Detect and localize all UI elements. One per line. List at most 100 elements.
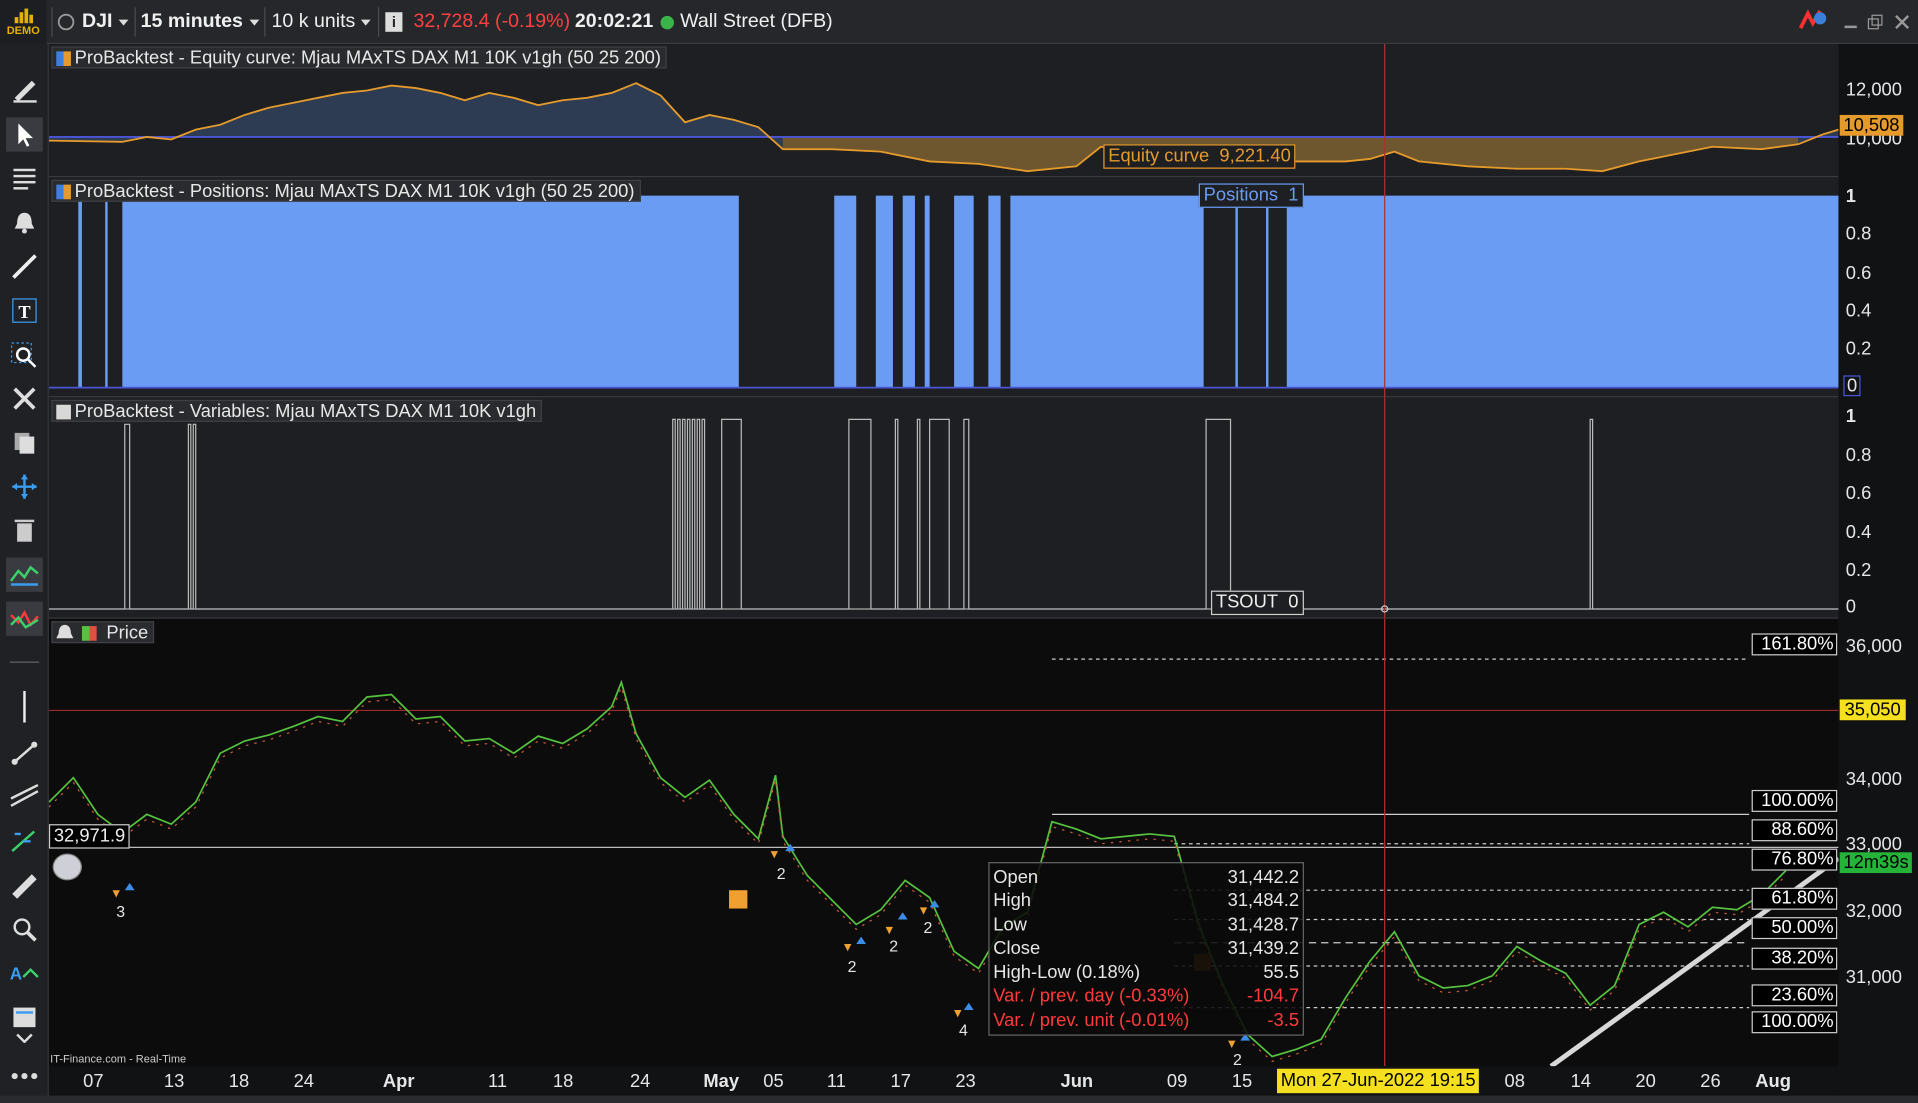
trade-count: 2 (889, 936, 899, 956)
svg-text:T: T (18, 302, 30, 322)
positions-panel[interactable]: ProBacktest - Positions: Mjau MAxTS DAX … (48, 177, 1839, 398)
variables-tooltip: TSOUT 0 (1210, 590, 1304, 616)
date-tick: May (703, 1071, 740, 1092)
trade-count: 2 (923, 918, 933, 937)
data-source: IT-Finance.com - Real-Time (50, 1052, 187, 1066)
svg-text:A: A (10, 964, 22, 983)
positions-label-text: ProBacktest - Positions: Mjau MAxTS DAX … (74, 180, 635, 202)
date-tick: 18 (228, 1071, 250, 1092)
axis-tick: 0.4 (1845, 522, 1872, 543)
text-tool-icon[interactable]: T (6, 293, 43, 327)
minimize-icon[interactable] (1842, 9, 1859, 36)
zoom-box-icon[interactable] (6, 337, 43, 371)
trash-icon[interactable] (6, 514, 43, 548)
date-tick: 11 (826, 1071, 846, 1092)
variables-tooltip-value: 0 (1288, 591, 1299, 613)
fib-level: 88.60% (1751, 819, 1838, 842)
axis-tick: 0 (1843, 375, 1861, 397)
units-selector[interactable]: 10 k units (272, 9, 372, 36)
indicator-icon[interactable] (6, 557, 43, 592)
date-tick: 20 (1635, 1071, 1656, 1092)
equity-tooltip-name: Equity curve (1108, 145, 1210, 167)
more-icon[interactable] (6, 1059, 43, 1093)
bell-icon[interactable] (55, 624, 75, 642)
collapse-icon[interactable] (6, 1030, 43, 1047)
equity-label-text: ProBacktest - Equity curve: Mjau MAxTS D… (74, 47, 661, 69)
tools-icon[interactable] (6, 382, 43, 416)
crosshair-date: Mon 27-Jun-2022 19:15 (1277, 1068, 1480, 1094)
back-icon[interactable] (56, 9, 76, 36)
date-tick: 05 (763, 1071, 784, 1092)
ohlc-tooltip: Open 31,442.2 High 31,484.2 Low 31,428.7 Cl… (988, 862, 1304, 1036)
axis-tick: 0.2 (1845, 338, 1872, 360)
color-swatch-icon (56, 404, 71, 420)
fib-level: 23.60% (1751, 984, 1838, 1007)
date-tick: 09 (1166, 1071, 1188, 1092)
demo-label: DEMO (6, 23, 40, 37)
axis-tick: 0.8 (1845, 445, 1872, 466)
color-swatch-icon (81, 626, 97, 641)
alert-refresh-icon[interactable] (1796, 9, 1828, 36)
price-panel-label[interactable]: Price (51, 621, 155, 644)
units-label: 10 k units (271, 11, 356, 32)
segment-icon[interactable] (6, 736, 43, 770)
crosshair-price: 32,971.9 (48, 824, 131, 849)
pencil-icon[interactable] (6, 71, 43, 105)
symbol-selector[interactable]: DJI (82, 9, 129, 36)
top-toolbar: DEMO DJI 15 minutes 10 k units i 32,728.… (0, 0, 1918, 45)
variables-plot (48, 397, 1839, 619)
bell-icon[interactable] (6, 205, 43, 239)
ohlc-row: Var. / prev. day (-0.33%) -104.7 (993, 985, 1300, 1007)
axis-tick: 1 (1845, 185, 1857, 207)
price-panel[interactable]: Price 32,971.9 IT-Finance.com - Real-Tim… (48, 618, 1839, 1069)
candle-timer: 12m39s (1839, 852, 1913, 874)
axis-tick: 12,000 (1845, 79, 1902, 101)
variables-panel-label[interactable]: ProBacktest - Variables: Mjau MAxTS DAX … (51, 399, 543, 422)
date-tick: 23 (955, 1071, 976, 1092)
line-tool-icon[interactable] (6, 249, 43, 283)
scrollbar[interactable] (0, 1095, 1918, 1103)
axis-tick: 0.2 (1845, 560, 1872, 581)
user-avatar-icon[interactable] (52, 853, 82, 881)
fib-level: 161.80% (1751, 633, 1838, 656)
ohlc-row: Var. / prev. unit (-0.01%) -3.5 (993, 1010, 1300, 1031)
date-axis: 07 13 18 24 Apr 11 18 24 May 05 11 17 23… (48, 1066, 1839, 1096)
positions-panel-label[interactable]: ProBacktest - Positions: Mjau MAxTS DAX … (51, 179, 641, 202)
info-button[interactable]: i (385, 9, 403, 36)
color-swatch-icon (56, 51, 71, 67)
equity-panel-label[interactable]: ProBacktest - Equity curve: Mjau MAxTS D… (51, 46, 668, 69)
equity-axis: 12,000 10,000 10,508 (1838, 44, 1918, 178)
copy-icon[interactable] (6, 426, 43, 460)
bars-icon (14, 7, 33, 23)
positions-tooltip-value: 1 (1288, 184, 1299, 206)
list-icon[interactable] (6, 161, 43, 195)
timeframe-label: 15 minutes (140, 11, 243, 32)
price-axis: 36,000 35,050 34,000 33,000 12m39s 32,00… (1838, 618, 1918, 1067)
price-label-text: Price (106, 622, 149, 644)
trend-channel-icon[interactable] (6, 780, 43, 814)
price-change: 32,728.4 (-0.19%) (413, 11, 571, 32)
trade-count: 2 (776, 864, 786, 883)
restore-icon[interactable] (1867, 9, 1884, 36)
ruler-icon[interactable] (6, 868, 43, 902)
date-tick: 18 (552, 1071, 574, 1092)
close-icon[interactable] (1894, 9, 1911, 36)
cursor-icon[interactable] (6, 117, 43, 152)
move-icon[interactable] (6, 470, 43, 504)
trade-count: 4 (958, 1021, 968, 1040)
alert-level-tag: 35,050 (1839, 699, 1906, 721)
variables-panel[interactable]: ProBacktest - Variables: Mjau MAxTS DAX … (48, 397, 1839, 619)
equity-panel[interactable]: ProBacktest - Equity curve: Mjau MAxTS D… (48, 44, 1839, 178)
vertical-line-icon[interactable] (6, 690, 43, 724)
ohlc-row: Low 31,428.7 (993, 914, 1300, 936)
date-tick: 17 (890, 1071, 911, 1092)
fib-level: 50.00% (1751, 917, 1838, 940)
market-name: Wall Street (DFB) (680, 11, 833, 32)
backtest-icon[interactable] (6, 601, 43, 636)
annotation-icon[interactable]: A (6, 956, 43, 990)
axis-tick: 0.4 (1845, 300, 1872, 322)
magnifier-icon[interactable] (6, 912, 43, 946)
timeframe-selector[interactable]: 15 minutes (141, 9, 259, 36)
demo-badge: DEMO (0, 0, 47, 45)
fibonacci-icon[interactable] (6, 824, 43, 858)
